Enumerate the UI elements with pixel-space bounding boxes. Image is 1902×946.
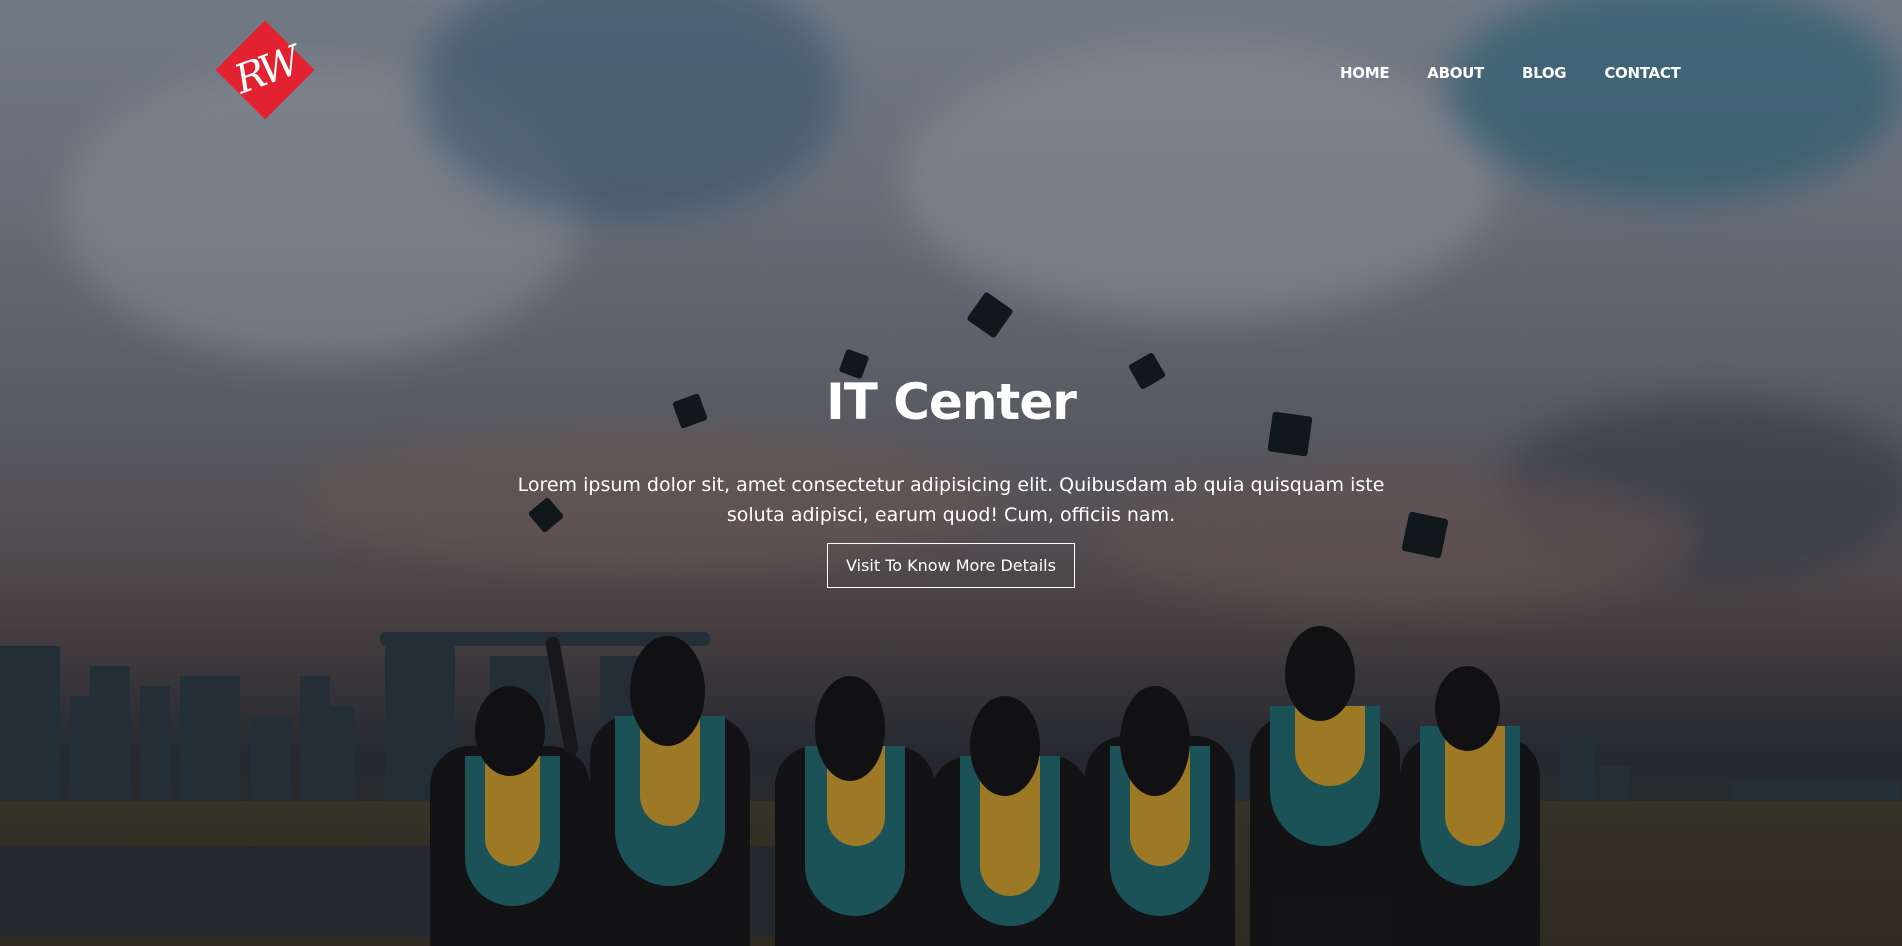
hero-title: IT Center [826,373,1077,431]
nav-item-contact[interactable]: CONTACT [1604,64,1680,82]
cta-button[interactable]: Visit To Know More Details [827,543,1075,588]
nav-item-blog[interactable]: BLOG [1522,64,1567,82]
hero-description: Lorem ipsum dolor sit, amet consectetur … [517,474,1385,526]
nav-item-home[interactable]: HOME [1340,64,1390,82]
main-nav: HOME ABOUT BLOG CONTACT [1340,64,1681,82]
hero-section: RW HOME ABOUT BLOG CONTACT IT Center Lor… [0,0,1902,946]
nav-item-about[interactable]: ABOUT [1427,64,1484,82]
